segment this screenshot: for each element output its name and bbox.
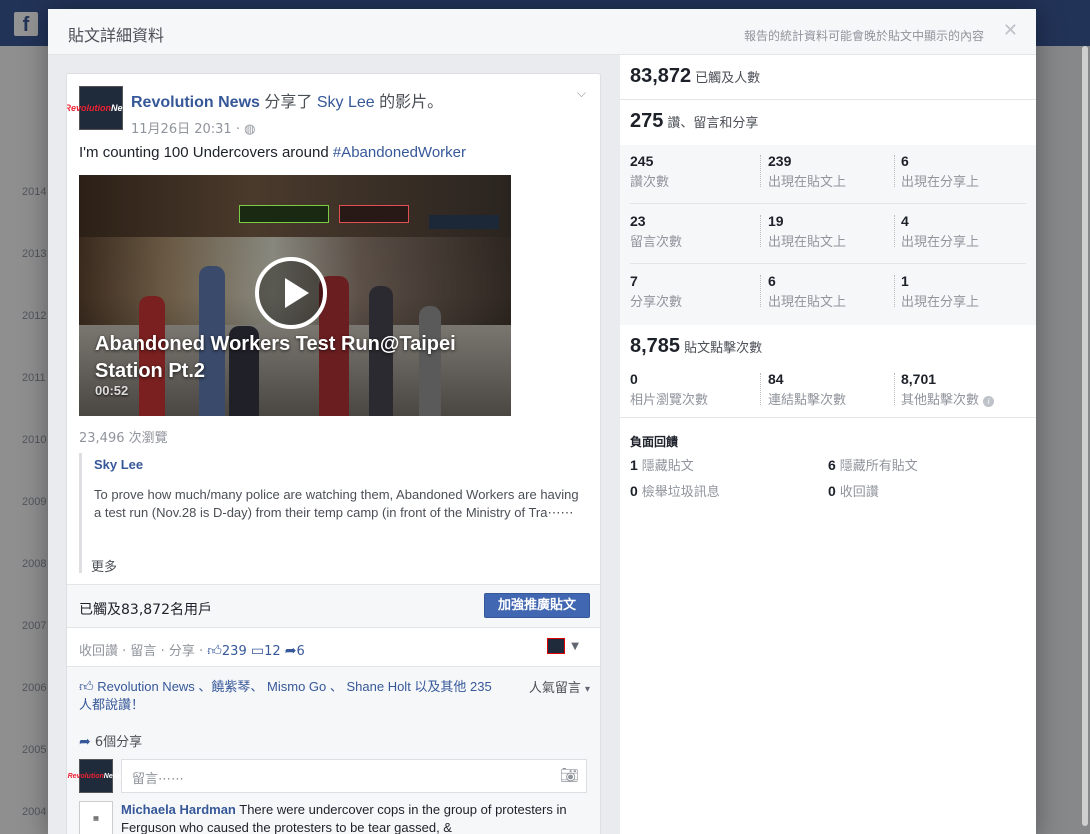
caret-down-icon: ▾ <box>584 684 590 695</box>
engagement-stat: 275 讚、留言和分享 <box>630 110 759 132</box>
dialog-body: Revolution News! Revolution News 分享了 Sky … <box>48 55 1036 834</box>
reach-stat: 83,872 已觸及人數 <box>630 65 761 87</box>
feedback-box: 👍︎ Revolution News 、饒紫琴、 Mismo Go 、 Shan… <box>67 666 600 834</box>
post-header: Revolution News 分享了 Sky Lee 的影片。 11月26日 … <box>131 88 443 137</box>
video-player[interactable]: Abandoned Workers Test Run@Taipei Statio… <box>79 175 511 416</box>
post-details-dialog: 貼文詳細資料 報告的統計資料可能會晚於貼文中顯示的內容 ✕ Revolution… <box>48 9 1036 834</box>
globe-icon: ◍ <box>244 122 256 137</box>
hashtag-link[interactable]: #AbandonedWorker <box>333 144 466 161</box>
play-icon[interactable] <box>255 257 327 329</box>
post-actions: 收回讚 · 留言 · 分享 · 👍︎239 ▭12 ➦6 ▼ <box>79 638 589 659</box>
shared-from-link[interactable]: Sky Lee <box>317 94 375 111</box>
caret-down-icon: ▼ <box>571 640 579 652</box>
shared-verb: 分享了 <box>264 94 313 111</box>
close-icon[interactable]: ✕ <box>1003 20 1018 41</box>
page-avatar[interactable]: Revolution News! <box>67 86 138 130</box>
shared-suffix: 的影片。 <box>379 94 444 111</box>
video-duration: 00:52 <box>95 383 129 398</box>
page-name-link[interactable]: Revolution News <box>131 94 260 111</box>
see-more-link[interactable]: 更多 <box>91 556 117 575</box>
comment-composer: Revolution News! 留言⋯⋯ 📷︎ <box>68 759 589 793</box>
comment-sort-dropdown[interactable]: 人氣留言 ▾ <box>529 677 590 696</box>
commenter-avatar: Revolution News! <box>68 759 124 793</box>
hide-all-stat: 6 隱藏所有貼文 <box>828 457 918 474</box>
post-as-selector[interactable]: ▼ <box>547 638 579 654</box>
dialog-header: 貼文詳細資料 報告的統計資料可能會晚於貼文中顯示的內容 ✕ <box>48 9 1036 55</box>
info-icon[interactable]: i <box>983 396 995 407</box>
hide-post-stat: 1 隱藏貼文 <box>630 457 694 474</box>
engagement-breakdown: 245 讚次數 239 出現在貼文上 6 出現在分享上 23 留言次數 19 出現在貼文上… <box>620 145 1036 325</box>
reach-bar: 已觸及83,872名用戶 加強推廣貼文 <box>67 584 600 628</box>
page-mini-avatar <box>547 638 566 654</box>
share-icon: ➦ <box>284 643 297 659</box>
video-title: Abandoned Workers Test Run@Taipei Statio… <box>95 333 456 382</box>
page-scrollbar[interactable] <box>1082 46 1088 826</box>
negative-feedback-title: 負面回饋 <box>630 435 679 449</box>
post-timestamp[interactable]: 11月26日 20:31 · <box>131 122 244 137</box>
shared-attachment[interactable]: Sky Lee To prove how much/many police ar… <box>79 453 589 573</box>
dialog-note: 報告的統計資料可能會晚於貼文中顯示的內容 <box>743 29 984 43</box>
shares-link[interactable]: 6個分享 <box>95 735 142 750</box>
likers-list[interactable]: Revolution News 、饒紫琴、 Mismo Go 、 Shane H… <box>79 679 492 712</box>
comment-input[interactable]: 留言⋯⋯ <box>121 759 587 793</box>
thumbs-up-icon: 👍︎ <box>79 678 94 694</box>
view-count: 23,496 次瀏覽 <box>79 431 168 446</box>
unlike-page-stat: 0 收回讚 <box>828 483 879 500</box>
post-clicks-stat: 8,785 貼文點擊次數 <box>630 335 763 357</box>
comment-icon: ▭ <box>250 643 265 659</box>
likes-row: 245 讚次數 239 出現在貼文上 6 出現在分享上 <box>630 145 1026 204</box>
shared-description: To prove how much/many police are watchi… <box>94 487 579 520</box>
camera-icon[interactable]: 📷︎ <box>560 766 579 784</box>
post-card: Revolution News! Revolution News 分享了 Sky … <box>66 73 601 834</box>
chevron-down-icon[interactable]: ⌵ <box>577 86 586 101</box>
clicks-breakdown: 0 相片瀏覽次數 84 連結點擊次數 8,701 其他點擊次數 i <box>630 371 1026 411</box>
commenter-avatar[interactable]: ▦ <box>79 801 113 834</box>
comment-count[interactable]: 12 <box>264 644 281 659</box>
shared-author-link[interactable]: Sky Lee <box>94 457 589 472</box>
thumbs-up-icon: 👍︎ <box>207 643 222 659</box>
post-text: I'm counting 100 Undercovers around #Aba… <box>79 144 466 161</box>
post-stats-panel: 83,872 已觸及人數 275 讚、留言和分享 245 讚次數 239 出現在貼文上 … <box>620 55 1036 834</box>
report-spam-stat: 0 檢舉垃圾訊息 <box>630 483 720 500</box>
commenter-name[interactable]: Michaela Hardman <box>121 802 236 817</box>
share-icon: ➦ <box>79 734 91 750</box>
comments-row: 23 留言次數 19 出現在貼文上 4 出現在分享上 <box>630 205 1026 264</box>
unlike-link[interactable]: 收回讚 <box>79 644 118 659</box>
boost-post-button[interactable]: 加強推廣貼文 <box>484 593 590 618</box>
share-link[interactable]: 分享 <box>169 644 195 659</box>
reach-text: 已觸及83,872名用戶 <box>79 602 212 618</box>
share-count[interactable]: 6 <box>297 644 305 659</box>
dialog-title: 貼文詳細資料 <box>68 26 165 45</box>
shares-row: 7 分享次數 6 出現在貼文上 1 出現在分享上 <box>630 273 980 310</box>
comment-link[interactable]: 留言 <box>130 644 156 659</box>
like-count[interactable]: 239 <box>222 644 247 659</box>
